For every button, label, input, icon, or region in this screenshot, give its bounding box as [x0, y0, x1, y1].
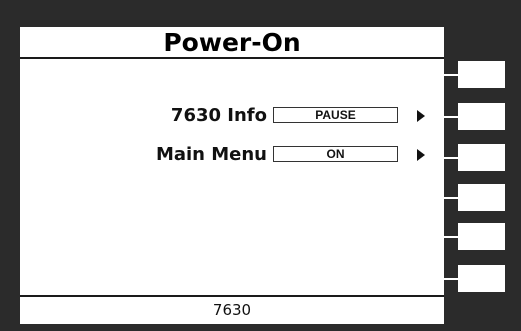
- menu-item-label: 7630 Info: [170, 105, 267, 126]
- softkey-connector: [444, 74, 458, 76]
- triangle-right-icon: [417, 110, 425, 122]
- softkey-connector: [444, 278, 458, 280]
- display-screen: Power-On 7630 Info PAUSE Main Menu ON 76…: [20, 27, 444, 324]
- softkey-2-button[interactable]: [458, 103, 505, 130]
- menu-item-value: PAUSE: [273, 107, 398, 123]
- menu-item-value: ON: [273, 146, 398, 162]
- menu-item-label: Main Menu: [155, 144, 267, 165]
- softkey-connector: [444, 116, 458, 118]
- softkey-6-button[interactable]: [458, 265, 505, 292]
- menu-item-7630-info[interactable]: 7630 Info PAUSE: [20, 104, 444, 128]
- status-footer: 7630: [20, 295, 444, 324]
- page-title: Power-On: [20, 27, 444, 59]
- softkey-connector: [444, 157, 458, 159]
- triangle-right-icon: [417, 149, 425, 161]
- softkey-connector: [444, 236, 458, 238]
- menu-item-main-menu[interactable]: Main Menu ON: [20, 143, 444, 167]
- softkey-3-button[interactable]: [458, 144, 505, 171]
- device-bezel: Power-On 7630 Info PAUSE Main Menu ON 76…: [0, 0, 521, 331]
- softkey-4-button[interactable]: [458, 184, 505, 211]
- softkey-1-button[interactable]: [458, 61, 505, 88]
- softkey-5-button[interactable]: [458, 223, 505, 250]
- softkey-connector: [444, 197, 458, 199]
